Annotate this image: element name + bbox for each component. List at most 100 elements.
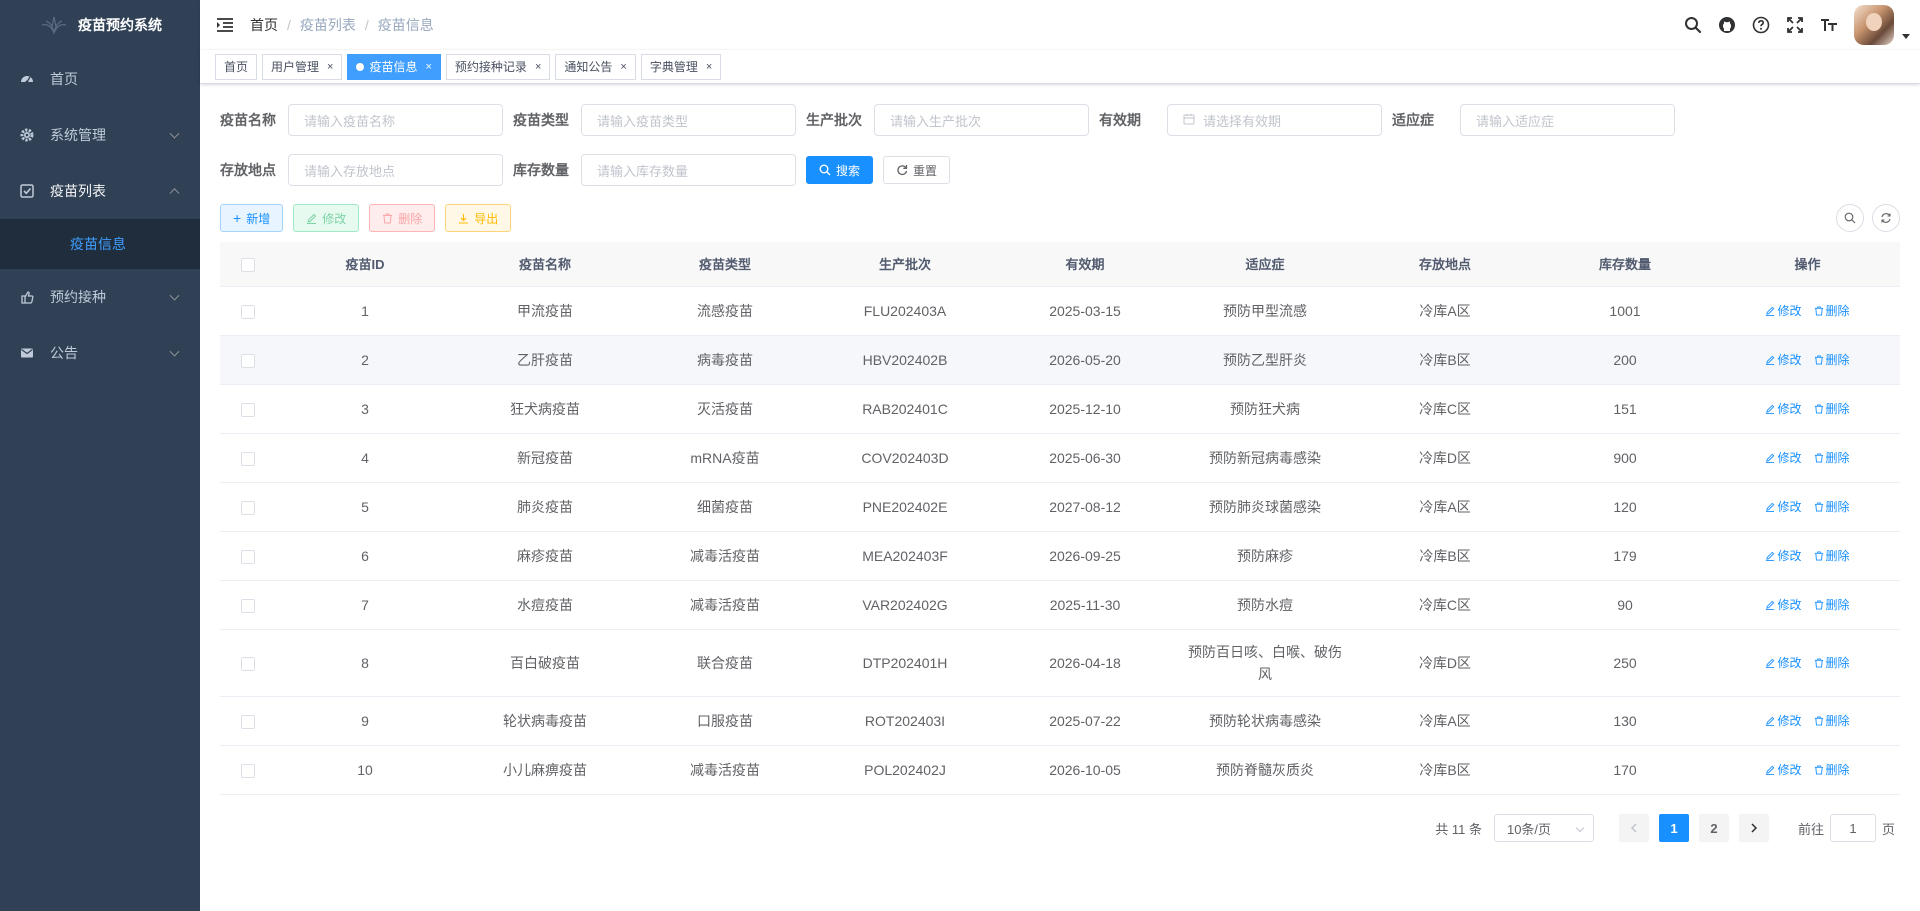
- row-checkbox-cell: [220, 745, 275, 795]
- refresh-table-button[interactable]: [1872, 204, 1900, 232]
- tag-notice[interactable]: 通知公告 ×: [555, 53, 636, 80]
- app-logo[interactable]: 疫苗预约系统: [0, 0, 200, 50]
- sidebar-subitem-vaccine-info[interactable]: 疫苗信息: [0, 219, 200, 269]
- close-icon[interactable]: ×: [706, 61, 712, 73]
- row-checkbox[interactable]: [240, 714, 255, 729]
- row-edit-button[interactable]: 修改: [1765, 351, 1802, 368]
- select-all-checkbox[interactable]: [240, 257, 255, 272]
- row-delete-button[interactable]: 删除: [1814, 712, 1850, 729]
- row-checkbox[interactable]: [240, 763, 255, 778]
- row-checkbox[interactable]: [240, 598, 255, 613]
- row-delete-button[interactable]: 删除: [1814, 449, 1850, 466]
- row-checkbox-cell: [220, 384, 275, 434]
- delete-button[interactable]: 删除: [369, 204, 436, 232]
- row-delete-button[interactable]: 删除: [1814, 596, 1850, 613]
- export-button[interactable]: 导出: [445, 204, 512, 232]
- font-size-button[interactable]: [1812, 0, 1846, 50]
- avatar[interactable]: [1854, 5, 1894, 45]
- prev-page-button[interactable]: [1618, 814, 1649, 842]
- tag-home[interactable]: 首页: [215, 53, 258, 80]
- search-icon: [1685, 17, 1702, 34]
- vaccine-name-input[interactable]: 请输入疫苗名称: [288, 104, 503, 136]
- row-delete-button[interactable]: 删除: [1814, 654, 1850, 671]
- row-edit-label: 修改: [1777, 353, 1802, 367]
- row-edit-button[interactable]: 修改: [1765, 596, 1802, 613]
- row-edit-button[interactable]: 修改: [1765, 654, 1802, 671]
- tag-vaccine-info[interactable]: 疫苗信息 ×: [347, 53, 441, 80]
- caret-down-icon[interactable]: [1902, 33, 1910, 39]
- close-icon[interactable]: ×: [425, 61, 431, 73]
- row-checkbox[interactable]: [240, 402, 255, 417]
- breadcrumb-item-home[interactable]: 首页: [250, 15, 278, 35]
- row-checkbox[interactable]: [240, 353, 255, 368]
- row-delete-button[interactable]: 删除: [1814, 400, 1850, 417]
- row-delete-button[interactable]: 删除: [1814, 761, 1850, 778]
- column-header: 疫苗类型: [635, 242, 815, 287]
- vaccine-type-input[interactable]: 请输入疫苗类型: [581, 104, 796, 136]
- cell-text: 2026-09-25: [1049, 547, 1121, 564]
- row-checkbox[interactable]: [240, 500, 255, 515]
- tag-user-management[interactable]: 用户管理 ×: [262, 53, 343, 80]
- sidebar-item-notice[interactable]: 公告: [0, 325, 200, 381]
- tag-dictionary[interactable]: 字典管理 ×: [640, 53, 722, 80]
- close-icon[interactable]: ×: [535, 61, 541, 73]
- row-delete-button[interactable]: 删除: [1814, 302, 1850, 319]
- row-edit-button[interactable]: 修改: [1765, 761, 1802, 778]
- location-input[interactable]: 请输入存放地点: [288, 154, 503, 186]
- tag-appointment-records[interactable]: 预约接种记录 ×: [445, 53, 551, 80]
- row-checkbox[interactable]: [240, 304, 255, 319]
- goto-page-input[interactable]: 1: [1829, 814, 1876, 842]
- table-row: 5 肺炎疫苗 细菌疫苗 PNE202402E 2027-08-12 预防肺炎球菌感染 冷库A…: [220, 482, 1900, 532]
- row-edit-button[interactable]: 修改: [1765, 712, 1802, 729]
- cell-text: 百白破疫苗: [510, 654, 580, 671]
- close-icon[interactable]: ×: [327, 61, 333, 73]
- row-edit-button[interactable]: 修改: [1765, 400, 1802, 417]
- add-button[interactable]: + 新增: [220, 204, 284, 232]
- row-delete-button[interactable]: 删除: [1814, 351, 1850, 368]
- stock-input[interactable]: 请输入库存数量: [581, 154, 796, 186]
- cell-location: 冷库B区: [1355, 531, 1535, 581]
- indication-input[interactable]: 请输入适应症: [1460, 104, 1675, 136]
- row-edit-button[interactable]: 修改: [1765, 449, 1802, 466]
- row-delete-button[interactable]: 删除: [1814, 547, 1850, 564]
- refresh-icon: [1881, 213, 1891, 223]
- row-delete-button[interactable]: 删除: [1814, 498, 1850, 515]
- row-edit-button[interactable]: 修改: [1765, 302, 1802, 319]
- next-page-button[interactable]: [1738, 814, 1769, 842]
- close-icon[interactable]: ×: [620, 61, 626, 73]
- sidebar-item-appointment[interactable]: 预约接种: [0, 269, 200, 325]
- row-checkbox[interactable]: [240, 451, 255, 466]
- table-row: 3 狂犬病疫苗 灭活疫苗 RAB202401C 2025-12-10 预防狂犬病 冷库C区 1…: [220, 384, 1900, 434]
- row-edit-button[interactable]: 修改: [1765, 547, 1802, 564]
- edit-button[interactable]: 修改: [293, 204, 360, 232]
- row-checkbox[interactable]: [240, 549, 255, 564]
- row-edit-label: 修改: [1777, 451, 1802, 465]
- github-button[interactable]: [1710, 0, 1744, 50]
- row-checkbox[interactable]: [240, 656, 255, 671]
- cell-text: 3: [361, 400, 369, 417]
- page-2-button[interactable]: 2: [1698, 814, 1729, 842]
- export-button-label: 导出: [474, 211, 499, 226]
- batch-input[interactable]: 请输入生产批次: [874, 104, 1089, 136]
- help-button[interactable]: [1744, 0, 1778, 50]
- hamburger-button[interactable]: [200, 0, 250, 50]
- mail-icon: [20, 346, 34, 360]
- fullscreen-button[interactable]: [1778, 0, 1812, 50]
- reset-button[interactable]: 重置: [883, 156, 951, 184]
- row-edit-button[interactable]: 修改: [1765, 498, 1802, 515]
- breadcrumb-item-vaccine-list[interactable]: 疫苗列表: [300, 15, 356, 35]
- sidebar-item-home[interactable]: 首页: [0, 51, 200, 107]
- sidebar-item-vaccine-list[interactable]: 疫苗列表: [0, 163, 200, 219]
- search-button[interactable]: [1676, 0, 1710, 50]
- cell-vaccine-name: 乙肝疫苗: [455, 335, 635, 385]
- expiry-date-picker[interactable]: 请选择有效期: [1167, 104, 1382, 136]
- row-delete-label: 删除: [1825, 304, 1850, 318]
- page-1-button[interactable]: 1: [1658, 814, 1689, 842]
- cell-stock: 130: [1535, 696, 1715, 746]
- sidebar-item-system[interactable]: 系统管理: [0, 107, 200, 163]
- search-button[interactable]: 搜索: [806, 156, 874, 184]
- calendar-icon: [1183, 113, 1195, 128]
- toggle-search-button[interactable]: [1836, 204, 1864, 232]
- sidebar-subitem-label: 疫苗信息: [70, 236, 126, 252]
- page-size-select[interactable]: 10条/页: [1493, 814, 1594, 842]
